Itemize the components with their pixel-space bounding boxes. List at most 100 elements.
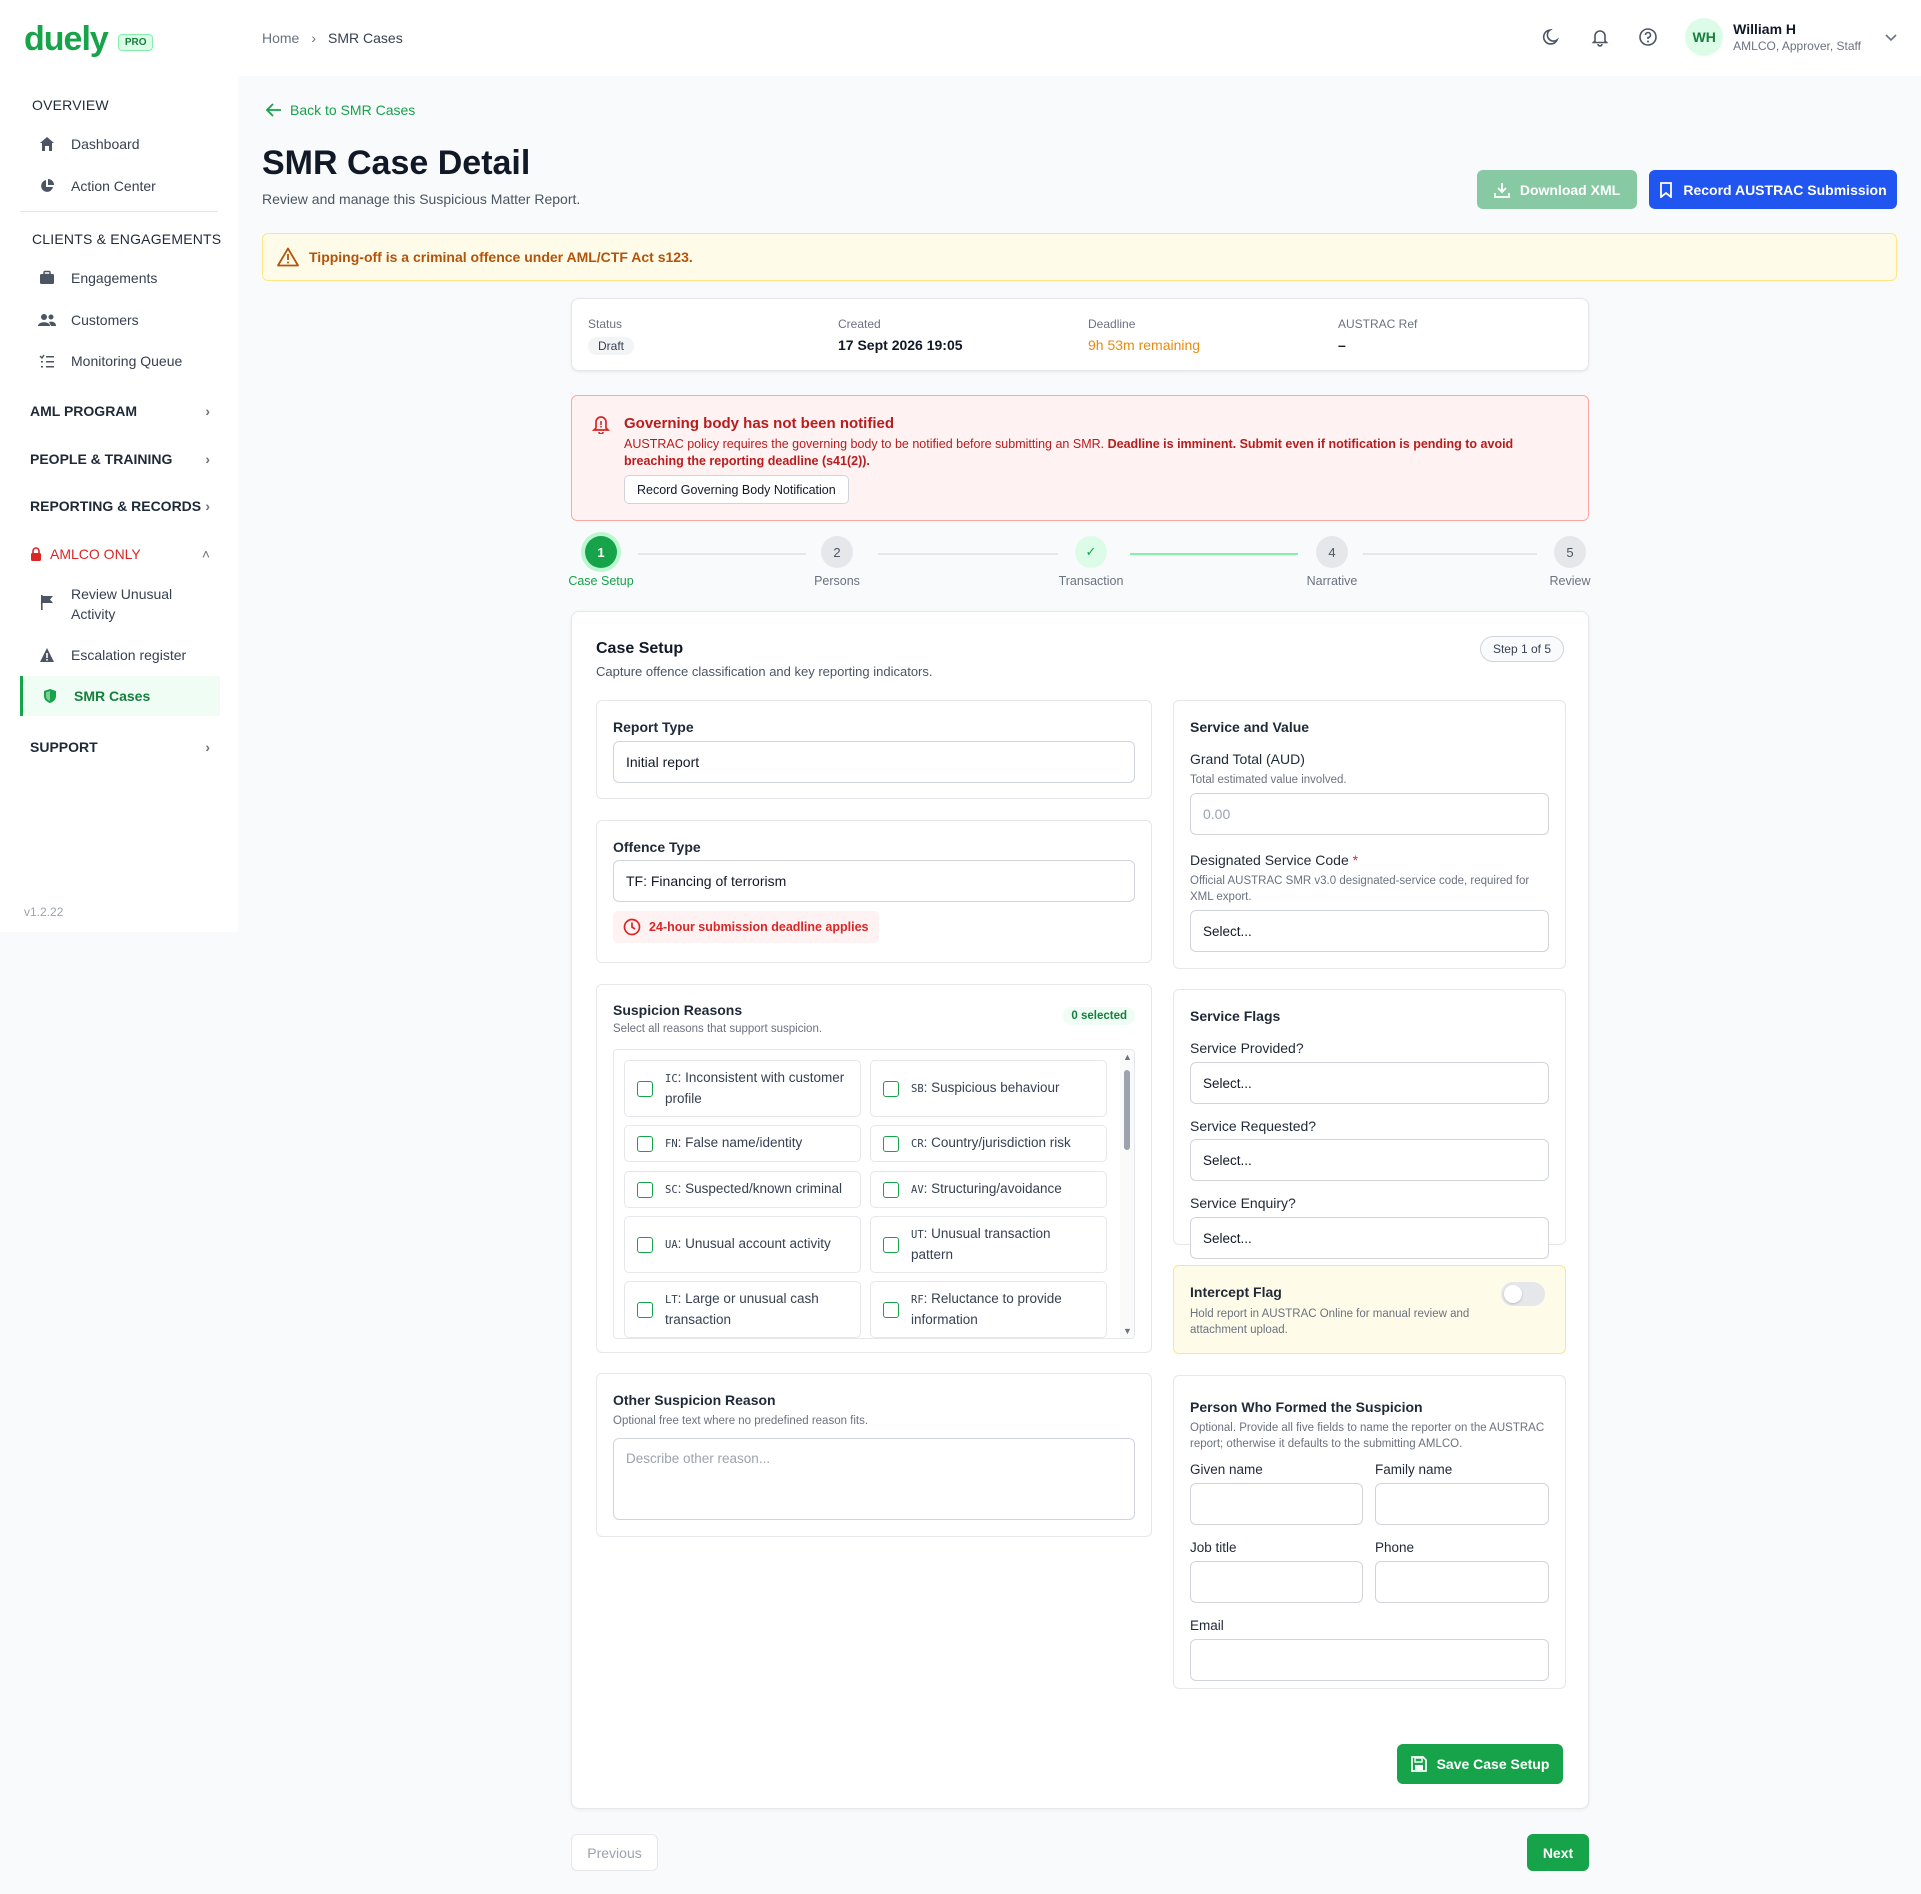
report-type-select[interactable]: Initial report <box>613 741 1135 783</box>
save-case-setup-button[interactable]: Save Case Setup <box>1397 1744 1563 1784</box>
service-code-select[interactable]: Select... <box>1190 910 1549 952</box>
help-icon[interactable] <box>1637 26 1659 48</box>
nav-group-label: REPORTING & RECORDS <box>30 498 202 514</box>
users-icon <box>37 312 57 328</box>
email-input[interactable] <box>1190 1639 1549 1681</box>
logo[interactable]: duely PRO <box>24 22 154 56</box>
reason-option-ua[interactable]: UA: Unusual account activity <box>624 1216 861 1273</box>
scroll-down-icon[interactable]: ▼ <box>1123 1326 1132 1336</box>
checkbox[interactable] <box>883 1080 899 1097</box>
sidebar-item-action-center[interactable]: Action Center <box>20 174 220 198</box>
previous-button[interactable]: Previous <box>571 1834 658 1871</box>
sidebar-item-monitoring-queue[interactable]: Monitoring Queue <box>20 349 220 373</box>
download-xml-button[interactable]: Download XML <box>1477 170 1637 209</box>
grand-total-hint: Total estimated value involved. <box>1190 774 1347 786</box>
service-requested-label: Service Requested? <box>1190 1118 1317 1134</box>
reasons-list[interactable]: IC: Inconsistent with customer profile S… <box>613 1049 1135 1339</box>
family-name-label: Family name <box>1375 1462 1453 1477</box>
reason-option-rf[interactable]: RF: Reluctance to provide information <box>870 1281 1107 1338</box>
breadcrumb-home[interactable]: Home <box>262 30 299 46</box>
service-enquiry-select[interactable]: Select... <box>1190 1217 1549 1259</box>
reason-label: : Country/jurisdiction risk <box>923 1135 1071 1150</box>
briefcase-icon <box>37 270 57 286</box>
reason-option-av[interactable]: AV: Structuring/avoidance <box>870 1171 1107 1208</box>
nav-section-overview: OVERVIEW <box>32 97 109 113</box>
step-narrative[interactable]: 4 Narrative <box>1300 536 1364 588</box>
user-name: William H <box>1733 21 1797 37</box>
step-review[interactable]: 5 Review <box>1538 536 1602 588</box>
reason-option-sc[interactable]: SC: Suspected/known criminal <box>624 1171 861 1208</box>
reason-option-sb[interactable]: SB: Suspicious behaviour <box>870 1060 1107 1117</box>
nav-group-aml-program[interactable]: AML PROGRAM › <box>30 403 210 419</box>
job-title-label: Job title <box>1190 1540 1237 1555</box>
offence-type-select[interactable]: TF: Financing of terrorism <box>613 860 1135 902</box>
arrow-left-icon <box>266 103 281 117</box>
sidebar-item-review-unusual-activity[interactable]: Review Unusual Activity <box>20 584 220 626</box>
reason-code: LT <box>665 1294 678 1306</box>
button-label: Record AUSTRAC Submission <box>1683 181 1887 198</box>
nav-group-people-training[interactable]: PEOPLE & TRAINING › <box>30 451 210 467</box>
grand-total-input[interactable]: 0.00 <box>1190 793 1549 835</box>
top-actions: WH William H AMLCO, Approver, Staff <box>1541 18 1921 56</box>
checkbox[interactable] <box>637 1236 653 1253</box>
scroll-up-icon[interactable]: ▲ <box>1123 1052 1132 1062</box>
service-code-hint: Official AUSTRAC SMR v3.0 designated-ser… <box>1190 875 1530 903</box>
moon-icon[interactable] <box>1541 26 1563 48</box>
nav-group-amlco-only[interactable]: AMLCO ONLY ˄ <box>30 546 210 562</box>
checkbox[interactable] <box>883 1236 899 1253</box>
family-name-input[interactable] <box>1375 1483 1549 1525</box>
reason-option-ut[interactable]: UT: Unusual transaction pattern <box>870 1216 1107 1273</box>
divider <box>20 211 218 212</box>
checkbox[interactable] <box>637 1135 653 1152</box>
record-governing-body-notification-button[interactable]: Record Governing Body Notification <box>624 475 849 504</box>
chevron-up-icon: ˄ <box>201 546 210 562</box>
sidebar-item-customers[interactable]: Customers <box>20 308 220 332</box>
checkbox[interactable] <box>637 1080 653 1097</box>
record-austrac-submission-button[interactable]: Record AUSTRAC Submission <box>1649 170 1897 209</box>
reason-option-ic[interactable]: IC: Inconsistent with customer profile <box>624 1060 861 1117</box>
checkbox[interactable] <box>637 1301 653 1318</box>
step-transaction[interactable]: ✓ Transaction <box>1054 536 1128 588</box>
nav-group-support[interactable]: SUPPORT › <box>30 739 210 755</box>
scrollbar[interactable]: ▲ ▼ <box>1120 1050 1134 1338</box>
checkbox[interactable] <box>883 1301 899 1318</box>
reason-label: : False name/identity <box>677 1135 803 1150</box>
scrollbar-thumb[interactable] <box>1124 1070 1130 1150</box>
step-label: Transaction <box>1058 574 1124 588</box>
service-provided-select[interactable]: Select... <box>1190 1062 1549 1104</box>
step-case-setup[interactable]: 1 Case Setup <box>568 536 634 588</box>
given-name-input[interactable] <box>1190 1483 1363 1525</box>
back-link[interactable]: Back to SMR Cases <box>266 102 415 118</box>
step-number: 5 <box>1554 536 1586 568</box>
phone-label: Phone <box>1375 1540 1415 1555</box>
chevron-right-icon: › <box>205 451 210 467</box>
checkbox[interactable] <box>637 1181 653 1198</box>
pro-badge: PRO <box>117 33 154 51</box>
service-provided-label: Service Provided? <box>1190 1040 1304 1056</box>
sidebar-item-engagements[interactable]: Engagements <box>20 266 220 290</box>
step-persons[interactable]: 2 Persons <box>805 536 869 588</box>
reason-code: UT <box>911 1229 924 1241</box>
sidebar-item-label: Customers <box>71 312 139 328</box>
intercept-toggle[interactable] <box>1501 1282 1545 1306</box>
nav-group-heading: AMLCO ONLY <box>30 546 141 562</box>
sidebar-item-escalation-register[interactable]: Escalation register <box>20 643 220 667</box>
user-menu[interactable]: WH William H AMLCO, Approver, Staff <box>1685 18 1897 56</box>
sidebar-item-smr-cases[interactable]: SMR Cases <box>20 676 220 716</box>
checkbox[interactable] <box>883 1135 899 1152</box>
sidebar-item-label: Escalation register <box>71 647 187 663</box>
check-icon: ✓ <box>1075 536 1107 568</box>
reason-option-cr[interactable]: CR: Country/jurisdiction risk <box>870 1125 1107 1162</box>
bell-icon[interactable] <box>1589 26 1611 48</box>
job-title-input[interactable] <box>1190 1561 1363 1603</box>
reason-option-lt[interactable]: LT: Large or unusual cash transaction <box>624 1281 861 1338</box>
other-suspicion-textarea[interactable]: Describe other reason... <box>613 1438 1135 1520</box>
phone-input[interactable] <box>1375 1561 1549 1603</box>
reason-option-fn[interactable]: FN: False name/identity <box>624 1125 861 1162</box>
created-field: Created 17 Sept 2026 19:05 <box>838 317 963 353</box>
nav-group-reporting-records[interactable]: REPORTING & RECORDS › <box>30 498 210 514</box>
service-requested-select[interactable]: Select... <box>1190 1139 1549 1181</box>
next-button[interactable]: Next <box>1527 1834 1589 1871</box>
checkbox[interactable] <box>883 1181 899 1198</box>
sidebar-item-dashboard[interactable]: Dashboard <box>20 132 220 156</box>
